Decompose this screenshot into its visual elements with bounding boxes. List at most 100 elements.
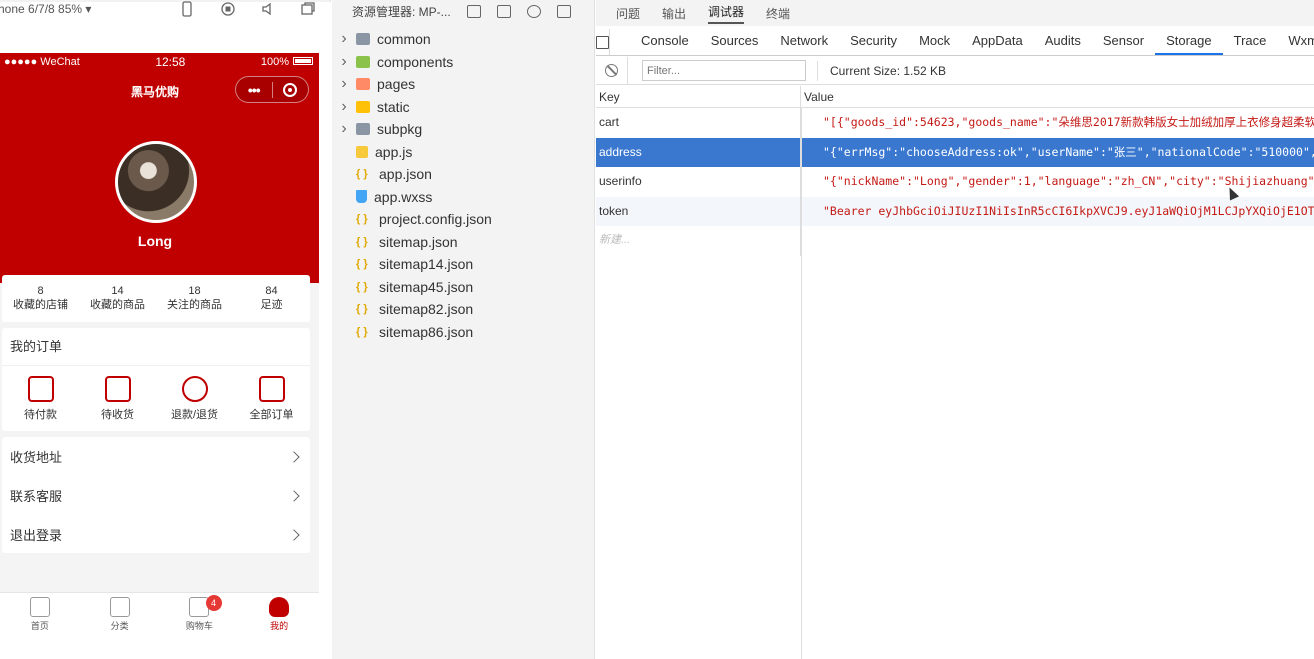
- tree-folder[interactable]: › components: [332, 51, 595, 74]
- explorer-header: 资源管理器: MP-...: [332, 0, 594, 22]
- pending-payment-icon: [27, 376, 54, 402]
- tab-my[interactable]: 我的: [239, 593, 319, 633]
- chevron-right-icon: ›: [341, 75, 347, 93]
- refund-icon: [181, 376, 208, 402]
- orders-title: 我的订单: [2, 328, 310, 366]
- stat-favorite-goods[interactable]: 14 收藏的商品: [79, 275, 156, 322]
- status-bar: ●●●●● WeChat 12:58 100%: [0, 53, 319, 71]
- tree-folder[interactable]: › static: [332, 96, 595, 119]
- simulator-panel: hone 6/7/8 85% ▾ ●●●●● WeChat 12:58 100%…: [0, 0, 716, 659]
- refresh-icon[interactable]: [526, 4, 541, 18]
- storage-key[interactable]: address: [596, 137, 801, 167]
- tree-file[interactable]: { } sitemap.json: [332, 231, 595, 254]
- collapse-all-icon[interactable]: [556, 4, 571, 18]
- avatar[interactable]: [115, 141, 197, 223]
- column-value[interactable]: Value: [801, 86, 1314, 107]
- tree-file[interactable]: { } app.json: [332, 163, 595, 186]
- menu-customer-service[interactable]: 联系客服: [2, 476, 310, 515]
- tree-file[interactable]: { } sitemap14.json: [332, 253, 595, 276]
- folder-icon: [356, 55, 370, 68]
- tab-category[interactable]: 分类: [80, 593, 160, 633]
- phone-icon[interactable]: [180, 1, 198, 17]
- volume-icon[interactable]: [260, 1, 278, 17]
- mini-program-capsule: •••: [235, 76, 309, 103]
- tree-file[interactable]: app.wxss: [332, 186, 595, 209]
- devtools-tab-appdata[interactable]: AppData: [961, 33, 1034, 55]
- chevron-right-icon: ›: [341, 52, 347, 70]
- tab-terminal[interactable]: 终端: [766, 5, 790, 22]
- tree-folder[interactable]: › common: [332, 28, 595, 51]
- stat-favorite-shops[interactable]: 8 收藏的店铺: [2, 275, 79, 322]
- storage-value[interactable]: "{"errMsg":"chooseAddress:ok","userName"…: [801, 138, 1314, 168]
- order-pending-receipt[interactable]: 待收货: [86, 376, 150, 422]
- devtools-tab-wxml[interactable]: Wxml: [1277, 33, 1314, 55]
- tab-debugger[interactable]: 调试器: [708, 3, 745, 24]
- order-refund[interactable]: 退款/退货: [163, 376, 227, 422]
- tree-item-label: static: [377, 98, 410, 115]
- devtools-tab-sources[interactable]: Sources: [700, 33, 770, 55]
- order-all[interactable]: 全部订单: [240, 376, 304, 422]
- close-mini-program-icon[interactable]: [272, 82, 308, 97]
- storage-toolbar: Current Size: 1.52 KB: [596, 56, 1314, 85]
- tree-file[interactable]: app.js: [332, 141, 595, 164]
- storage-value[interactable]: "[{"goods_id":54623,"goods_name":"朵维思201…: [801, 108, 1314, 138]
- order-pending-payment[interactable]: 待付款: [9, 376, 73, 422]
- storage-key[interactable]: userinfo: [596, 167, 801, 197]
- current-size: Current Size: 1.52 KB: [830, 63, 947, 78]
- filter-input[interactable]: [642, 60, 806, 81]
- tree-file[interactable]: { } sitemap86.json: [332, 321, 595, 344]
- more-icon[interactable]: •••: [236, 82, 272, 98]
- tab-issues[interactable]: 问题: [616, 5, 640, 22]
- tab-cart[interactable]: 购物车 4: [160, 593, 240, 633]
- new-folder-icon[interactable]: [496, 4, 511, 18]
- json-file-icon: { }: [356, 280, 368, 293]
- devtools-tab-mock[interactable]: Mock: [908, 33, 961, 55]
- stat-history[interactable]: 84 足迹: [233, 275, 310, 322]
- folder-icon: [356, 123, 370, 136]
- tab-output[interactable]: 输出: [662, 5, 686, 22]
- devtools-tab-storage[interactable]: Storage: [1155, 33, 1223, 55]
- chevron-right-icon: ›: [341, 120, 347, 138]
- new-entry-row[interactable]: 新建...: [596, 226, 1314, 256]
- window-icon[interactable]: [300, 1, 318, 17]
- devtools-tab-network[interactable]: Network: [769, 33, 839, 55]
- carrier-text: ●●●●● WeChat: [4, 56, 80, 68]
- menu-logout[interactable]: 退出登录: [2, 515, 310, 554]
- debug-panel-tabs: 问题 输出 调试器 终端: [596, 0, 1314, 26]
- menu-shipping-address[interactable]: 收货地址: [2, 437, 310, 476]
- storage-key[interactable]: token: [596, 196, 801, 226]
- storage-table: Key Value cart "[{"goods_id":54623,"goods…: [596, 86, 1314, 659]
- stat-followed-goods[interactable]: 18 关注的商品: [156, 275, 233, 322]
- clear-storage-icon[interactable]: [596, 56, 628, 85]
- storage-row-cart[interactable]: cart "[{"goods_id":54623,"goods_name":"朵维…: [596, 108, 1314, 138]
- devtools-tab-trace[interactable]: Trace: [1223, 33, 1278, 55]
- tree-file[interactable]: { } sitemap82.json: [332, 298, 595, 321]
- tree-file[interactable]: { } project.config.json: [332, 208, 595, 231]
- storage-key[interactable]: cart: [596, 108, 801, 138]
- json-file-icon: { }: [356, 258, 368, 271]
- tree-file[interactable]: { } sitemap45.json: [332, 276, 595, 299]
- storage-row-address[interactable]: address "{"errMsg":"chooseAddress:ok","us…: [596, 137, 1314, 168]
- storage-value[interactable]: "Bearer eyJhbGciOiJIUzI1NiIsInR5cCI6IkpX…: [801, 197, 1314, 227]
- tab-home[interactable]: 首页: [0, 593, 80, 633]
- devtools-tab-console[interactable]: Console: [630, 33, 700, 55]
- new-file-icon[interactable]: [466, 4, 481, 18]
- tree-folder[interactable]: › pages: [332, 73, 595, 96]
- storage-row-userinfo[interactable]: userinfo "{"nickName":"Long","gender":1,"…: [596, 167, 1314, 197]
- storage-row-token[interactable]: token "Bearer eyJhbGciOiJIUzI1NiIsInR5cCI…: [596, 196, 1314, 227]
- inspect-element-icon[interactable]: [596, 29, 610, 55]
- tree-item-label: sitemap45.json: [379, 278, 474, 295]
- chevron-right-icon: [288, 489, 300, 502]
- tree-item-label: pages: [377, 76, 416, 93]
- tree-folder[interactable]: › subpkg: [332, 118, 595, 141]
- chevron-right-icon: ›: [341, 30, 347, 48]
- devtools-tab-audits[interactable]: Audits: [1034, 33, 1092, 55]
- simulator-toolbar: hone 6/7/8 85% ▾: [0, 0, 716, 659]
- js-file-icon: [356, 145, 368, 158]
- devtools-tab-security[interactable]: Security: [839, 33, 908, 55]
- column-key[interactable]: Key: [596, 86, 801, 107]
- devtools-tab-sensor[interactable]: Sensor: [1092, 33, 1155, 55]
- tab-bar: 首页 分类 购物车 4 我的: [0, 592, 319, 633]
- all-orders-icon: [258, 376, 285, 402]
- record-icon[interactable]: [220, 1, 238, 17]
